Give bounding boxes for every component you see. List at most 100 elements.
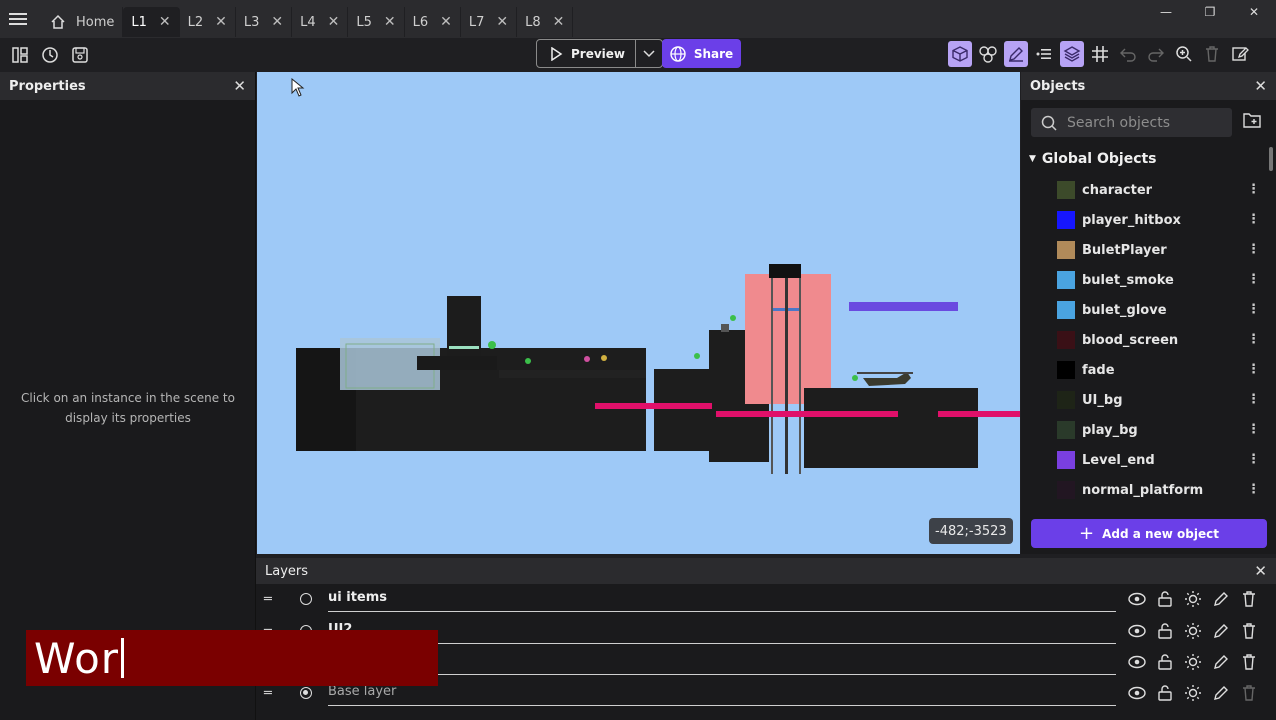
object-groups-icon[interactable] bbox=[976, 41, 1000, 67]
more-options-icon[interactable]: ⋮ bbox=[1247, 452, 1260, 467]
layer-name[interactable]: ui items bbox=[328, 588, 1116, 612]
close-icon[interactable]: ✕ bbox=[159, 14, 171, 30]
more-options-icon[interactable]: ⋮ bbox=[1247, 182, 1260, 197]
close-icon[interactable]: ✕ bbox=[1254, 77, 1267, 95]
window-close-icon[interactable]: ✕ bbox=[1232, 0, 1276, 24]
close-icon[interactable]: ✕ bbox=[496, 14, 508, 30]
edit-icon[interactable] bbox=[1212, 622, 1230, 640]
close-icon[interactable]: ✕ bbox=[440, 14, 452, 30]
zoom-icon[interactable] bbox=[1172, 41, 1196, 67]
lock-open-icon[interactable] bbox=[1156, 684, 1174, 702]
object-item[interactable]: bulet_glove ⋮ bbox=[1021, 295, 1266, 325]
lock-open-icon[interactable] bbox=[1156, 653, 1174, 671]
object-item[interactable]: player_hitbox ⋮ bbox=[1021, 205, 1266, 235]
tab-l6[interactable]: L6 ✕ bbox=[405, 7, 461, 37]
eye-icon[interactable] bbox=[1128, 653, 1146, 671]
edit-icon[interactable] bbox=[1212, 684, 1230, 702]
save-icon[interactable] bbox=[68, 42, 92, 68]
tab-l1[interactable]: L1 ✕ bbox=[123, 7, 180, 37]
lock-open-icon[interactable] bbox=[1156, 622, 1174, 640]
more-options-icon[interactable]: ⋮ bbox=[1247, 242, 1260, 257]
redo-icon[interactable] bbox=[1144, 41, 1168, 67]
preview-button[interactable]: Preview bbox=[537, 40, 637, 67]
drag-handle-icon[interactable]: ═ bbox=[264, 592, 272, 607]
objects-3d-icon[interactable] bbox=[948, 41, 972, 67]
grid-icon[interactable] bbox=[1088, 41, 1112, 67]
search-input[interactable] bbox=[1067, 114, 1217, 131]
layer-name[interactable]: UI2 bbox=[328, 620, 1116, 644]
close-icon[interactable]: ✕ bbox=[384, 14, 396, 30]
global-objects-folder[interactable]: ▼ Global Objects bbox=[1029, 151, 1157, 167]
add-object-button[interactable]: + Add a new object bbox=[1031, 519, 1267, 548]
delete-icon[interactable] bbox=[1200, 41, 1224, 67]
edit-properties-icon[interactable] bbox=[1004, 41, 1028, 67]
tab-l8[interactable]: L8 ✕ bbox=[517, 7, 574, 37]
lighting-icon[interactable] bbox=[1184, 622, 1202, 640]
more-options-icon[interactable]: ⋮ bbox=[1247, 332, 1260, 347]
scene-properties-icon[interactable] bbox=[1228, 41, 1252, 67]
close-icon[interactable]: ✕ bbox=[271, 14, 283, 30]
layer-select-radio[interactable] bbox=[300, 593, 312, 605]
edit-icon[interactable] bbox=[1212, 590, 1230, 608]
close-icon[interactable]: ✕ bbox=[553, 14, 565, 30]
new-folder-icon[interactable] bbox=[1243, 112, 1261, 132]
tab-home[interactable]: Home bbox=[36, 7, 124, 37]
more-options-icon[interactable]: ⋮ bbox=[1247, 302, 1260, 317]
menu-button[interactable] bbox=[0, 0, 36, 38]
object-thumbnail-icon bbox=[1057, 421, 1075, 439]
close-icon[interactable]: ✕ bbox=[215, 14, 227, 30]
eye-icon[interactable] bbox=[1128, 684, 1146, 702]
object-item[interactable]: fade ⋮ bbox=[1021, 355, 1266, 385]
object-item[interactable]: BuletPlayer ⋮ bbox=[1021, 235, 1266, 265]
lighting-icon[interactable] bbox=[1184, 684, 1202, 702]
layer-select-radio[interactable] bbox=[300, 687, 312, 699]
tab-l4[interactable]: L4 ✕ bbox=[292, 7, 349, 37]
layer-row[interactable]: ═ ui items bbox=[256, 584, 1276, 614]
tab-l7[interactable]: L7 ✕ bbox=[461, 7, 518, 37]
more-options-icon[interactable]: ⋮ bbox=[1247, 482, 1260, 497]
eye-icon[interactable] bbox=[1128, 622, 1146, 640]
instances-list-icon[interactable] bbox=[1032, 41, 1056, 67]
edit-icon[interactable] bbox=[1212, 653, 1230, 671]
preview-options-button[interactable] bbox=[636, 40, 662, 67]
share-button[interactable]: Share bbox=[662, 39, 741, 68]
tab-l2[interactable]: L2 ✕ bbox=[180, 7, 236, 37]
tab-l5[interactable]: L5 ✕ bbox=[348, 7, 405, 37]
object-item[interactable]: character ⋮ bbox=[1021, 175, 1266, 205]
object-item[interactable]: normal_platform ⋮ bbox=[1021, 475, 1266, 505]
layers-icon[interactable] bbox=[1060, 41, 1084, 67]
object-item[interactable]: bulet_smoke ⋮ bbox=[1021, 265, 1266, 295]
close-icon[interactable]: ✕ bbox=[233, 77, 246, 95]
maximize-icon[interactable]: ❐ bbox=[1188, 0, 1232, 24]
layer-name[interactable]: Base layer bbox=[328, 682, 1116, 706]
more-options-icon[interactable]: ⋮ bbox=[1247, 212, 1260, 227]
undo-icon[interactable] bbox=[1116, 41, 1140, 67]
trash-icon[interactable] bbox=[1240, 590, 1258, 608]
object-item[interactable]: UI_bg ⋮ bbox=[1021, 385, 1266, 415]
tab-l3[interactable]: L3 ✕ bbox=[236, 7, 293, 37]
more-options-icon[interactable]: ⋮ bbox=[1247, 422, 1260, 437]
panels-icon[interactable] bbox=[8, 42, 32, 68]
more-options-icon[interactable]: ⋮ bbox=[1247, 272, 1260, 287]
drag-handle-icon[interactable]: ═ bbox=[264, 686, 272, 701]
eye-icon[interactable] bbox=[1128, 590, 1146, 608]
minimize-icon[interactable]: — bbox=[1144, 0, 1188, 24]
lighting-icon[interactable] bbox=[1184, 653, 1202, 671]
more-options-icon[interactable]: ⋮ bbox=[1247, 362, 1260, 377]
close-icon[interactable]: ✕ bbox=[328, 14, 340, 30]
trash-icon[interactable] bbox=[1240, 653, 1258, 671]
object-item[interactable]: play_bg ⋮ bbox=[1021, 415, 1266, 445]
lighting-icon[interactable] bbox=[1184, 590, 1202, 608]
object-item[interactable]: Level_end ⋮ bbox=[1021, 445, 1266, 475]
trash-icon[interactable] bbox=[1240, 622, 1258, 640]
layer-name[interactable] bbox=[328, 651, 1116, 675]
trash-icon[interactable] bbox=[1240, 684, 1258, 702]
history-icon[interactable] bbox=[38, 42, 62, 68]
lock-open-icon[interactable] bbox=[1156, 590, 1174, 608]
object-item[interactable]: blood_screen ⋮ bbox=[1021, 325, 1266, 355]
object-name: BuletPlayer bbox=[1082, 242, 1167, 258]
scene-canvas[interactable]: -482;-3523 bbox=[257, 72, 1020, 554]
more-options-icon[interactable]: ⋮ bbox=[1247, 392, 1260, 407]
objects-scrollbar[interactable] bbox=[1269, 147, 1273, 171]
close-icon[interactable]: ✕ bbox=[1254, 562, 1267, 580]
